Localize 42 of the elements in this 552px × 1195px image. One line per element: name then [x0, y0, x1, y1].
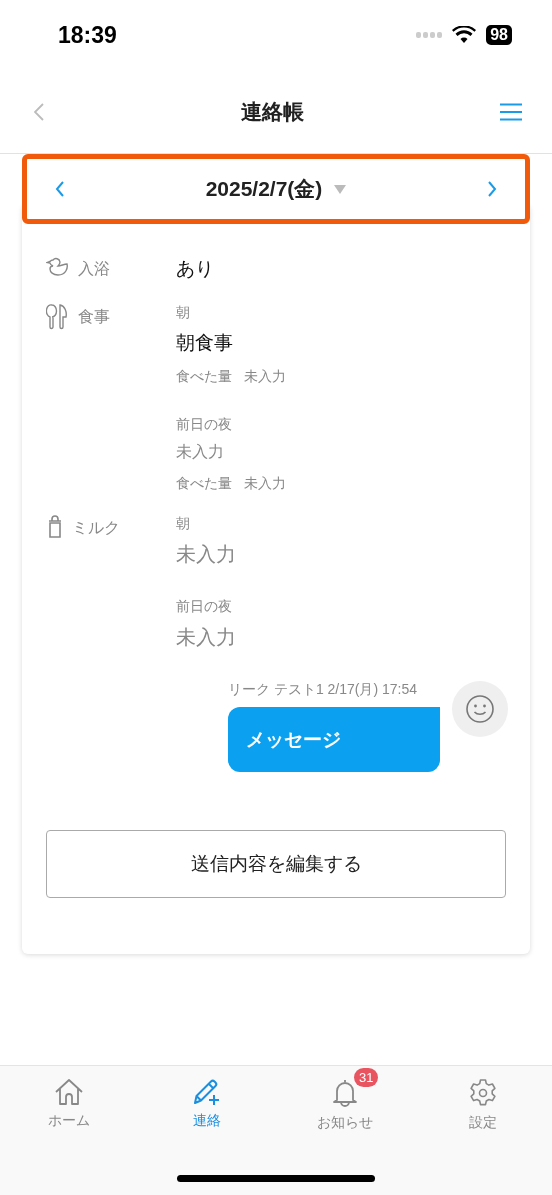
dropdown-caret-icon[interactable] [334, 184, 347, 194]
entry-value: 未入力 [176, 625, 236, 650]
amount-value: 未入力 [244, 368, 286, 386]
edit-button[interactable]: 送信内容を編集する [46, 830, 506, 898]
bottle-icon [46, 515, 64, 539]
entry-value: 未入力 [176, 542, 236, 567]
pencil-plus-icon [192, 1078, 222, 1106]
time-label: 前日の夜 [176, 416, 233, 434]
next-date-icon[interactable] [487, 181, 497, 197]
message-meta: リーク テスト1 2/17(月) 17:54 [228, 681, 418, 699]
notification-badge: 31 [354, 1068, 379, 1087]
back-icon[interactable] [34, 102, 44, 121]
menu-icon[interactable] [500, 102, 522, 121]
status-time: 18:39 [58, 21, 117, 49]
record-label: ミルク [72, 518, 120, 538]
spoon-fork-icon [46, 304, 70, 330]
page-title: 連絡帳 [240, 98, 304, 125]
previous-date-icon[interactable] [55, 181, 65, 197]
amount-label: 食べた量 [176, 368, 232, 386]
smiley-icon [465, 694, 495, 724]
battery-level: 98 [486, 25, 512, 45]
gear-icon [468, 1078, 498, 1108]
entry-value: 朝食事 [176, 331, 234, 355]
amount-value: 未入力 [244, 475, 286, 493]
record-label: 入浴 [78, 259, 110, 279]
time-label: 朝 [176, 515, 191, 533]
date-label[interactable]: 2025/2/7(金) [205, 175, 323, 203]
bell-icon [330, 1078, 360, 1108]
amount-label: 食べた量 [176, 475, 232, 493]
tab[interactable]: ホーム [0, 1066, 138, 1134]
wifi-icon [452, 26, 477, 44]
message-bubble: メッセージ [228, 707, 440, 772]
record-label: 食事 [78, 307, 110, 327]
entry-value: 未入力 [176, 442, 225, 462]
tab[interactable]: 設定 [414, 1066, 552, 1134]
tab[interactable]: お知らせ 31 [276, 1066, 414, 1134]
signal-icon [416, 32, 443, 38]
time-label: 前日の夜 [176, 598, 233, 616]
home-icon [54, 1078, 84, 1106]
tab[interactable]: 連絡 [138, 1066, 276, 1134]
record-value: あり [176, 257, 214, 281]
time-label: 朝 [176, 304, 191, 322]
